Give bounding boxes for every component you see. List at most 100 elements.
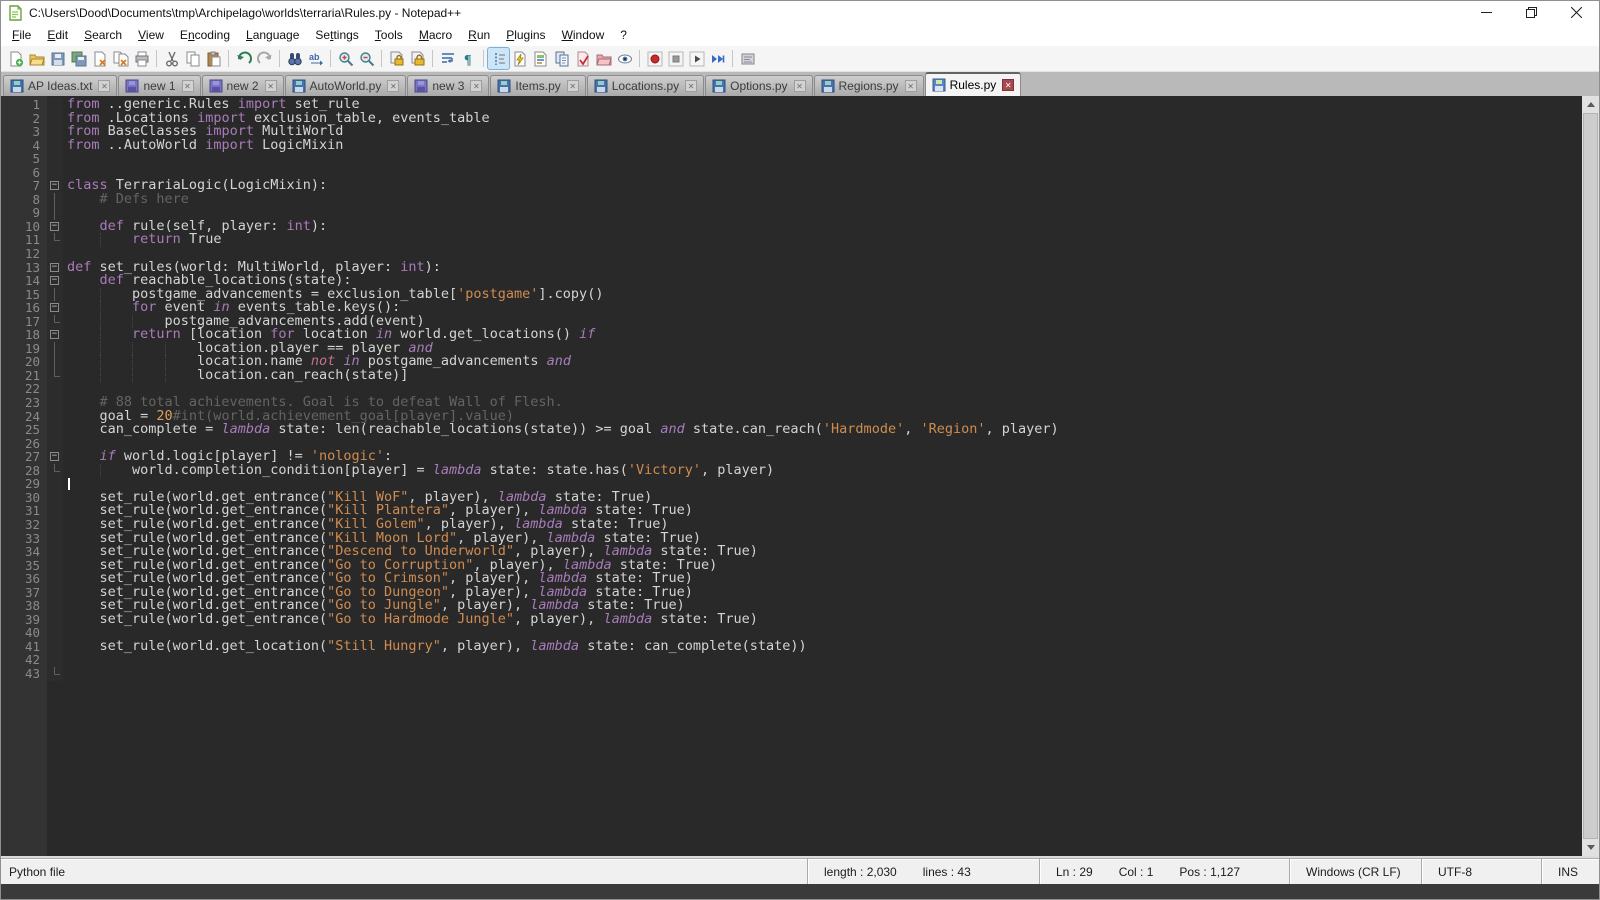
print-icon[interactable] — [131, 48, 152, 69]
function-list-icon[interactable] — [509, 48, 530, 69]
tab-close-icon[interactable]: ✕ — [905, 80, 917, 92]
code-line[interactable]: 41 set_rule(world.get_location("Still Hu… — [1, 640, 1582, 654]
macro-play-icon[interactable] — [686, 48, 707, 69]
code-line[interactable]: 25 can_complete = lambda state: len(reac… — [1, 423, 1582, 437]
menu-file[interactable]: File — [4, 25, 39, 45]
tab-regions-py[interactable]: Regions.py✕ — [814, 75, 924, 96]
code-line[interactable]: 5 — [1, 152, 1582, 166]
tab-close-icon[interactable]: ✕ — [794, 80, 806, 92]
folder-as-workspace-icon[interactable] — [593, 48, 614, 69]
code-line[interactable]: 28 world.completion_condition[player] = … — [1, 464, 1582, 478]
save-all-icon[interactable] — [68, 48, 89, 69]
tab-close-icon[interactable]: ✕ — [470, 80, 482, 92]
vertical-scrollbar[interactable] — [1582, 96, 1599, 856]
tab-rules-py[interactable]: Rules.py✕ — [925, 72, 1022, 96]
word-wrap-icon[interactable] — [437, 48, 458, 69]
fold-collapse-icon[interactable]: − — [47, 301, 63, 315]
scroll-down-arrow-icon[interactable] — [1582, 839, 1599, 856]
scroll-up-arrow-icon[interactable] — [1582, 96, 1599, 113]
menu-macro[interactable]: Macro — [411, 25, 460, 45]
cut-icon[interactable] — [161, 48, 182, 69]
minimize-button[interactable] — [1464, 1, 1509, 24]
tab-autoworld-py[interactable]: AutoWorld.py✕ — [285, 75, 407, 96]
code-line[interactable]: 10− def rule(self, player: int): — [1, 220, 1582, 234]
saved-floppy-icon — [821, 79, 835, 93]
monitoring-icon[interactable] — [614, 48, 635, 69]
close-all-icon[interactable] — [110, 48, 131, 69]
indent-guide-icon[interactable] — [488, 48, 509, 69]
zoom-in-icon[interactable] — [335, 48, 356, 69]
editor-pane[interactable]: 1from ..generic.Rules import set_rule2fr… — [1, 96, 1599, 858]
menu-tools[interactable]: Tools — [367, 25, 411, 45]
code-line[interactable]: 39 set_rule(world.get_entrance("Go to Ha… — [1, 613, 1582, 627]
tab-new-3[interactable]: new 3✕ — [407, 75, 489, 96]
open-file-icon[interactable] — [26, 48, 47, 69]
code-line[interactable]: 8 # Defs here — [1, 193, 1582, 207]
menu-plugins[interactable]: Plugins — [498, 25, 553, 45]
tab-close-icon[interactable]: ✕ — [265, 80, 277, 92]
macro-record-icon[interactable] — [644, 48, 665, 69]
menu-edit[interactable]: Edit — [39, 25, 76, 45]
fold-collapse-icon[interactable]: − — [47, 261, 63, 275]
redo-icon[interactable] — [254, 48, 275, 69]
code-line[interactable]: 4from ..AutoWorld import LogicMixin — [1, 139, 1582, 153]
menu-[interactable]: ? — [612, 25, 635, 45]
code-line[interactable]: 21 location.can_reach(state)] — [1, 369, 1582, 383]
close-button[interactable] — [1554, 1, 1599, 24]
macro-stop-icon[interactable] — [665, 48, 686, 69]
tab-items-py[interactable]: Items.py✕ — [490, 75, 585, 96]
tab-close-icon[interactable]: ✕ — [1002, 79, 1014, 91]
fold-collapse-icon[interactable]: − — [47, 274, 63, 288]
tab-new-2[interactable]: new 2✕ — [202, 75, 284, 96]
document-list-icon[interactable] — [551, 48, 572, 69]
paste-icon[interactable] — [203, 48, 224, 69]
menu-language[interactable]: Language — [238, 25, 307, 45]
tab-close-icon[interactable]: ✕ — [685, 80, 697, 92]
fold-collapse-icon[interactable]: − — [47, 328, 63, 342]
document-map-icon[interactable] — [530, 48, 551, 69]
tab-close-icon[interactable]: ✕ — [387, 80, 399, 92]
tab-options-py[interactable]: Options.py✕ — [705, 75, 812, 96]
undo-icon[interactable] — [233, 48, 254, 69]
document-switcher-icon[interactable] — [572, 48, 593, 69]
menu-window[interactable]: Window — [554, 25, 613, 45]
fold-collapse-icon[interactable]: − — [47, 179, 63, 193]
code-line[interactable]: 43 — [1, 667, 1582, 681]
status-encoding[interactable]: UTF-8 — [1421, 859, 1541, 884]
tab-locations-py[interactable]: Locations.py✕ — [587, 75, 704, 96]
menu-search[interactable]: Search — [76, 25, 130, 45]
tab-close-icon[interactable]: ✕ — [98, 80, 110, 92]
menu-settings[interactable]: Settings — [307, 25, 366, 45]
save-file-icon[interactable] — [47, 48, 68, 69]
menu-view[interactable]: View — [130, 25, 172, 45]
sync-vertical-icon[interactable] — [386, 48, 407, 69]
new-file-icon[interactable] — [5, 48, 26, 69]
code-line[interactable]: 11 return True — [1, 233, 1582, 247]
menu-encoding[interactable]: Encoding — [172, 25, 238, 45]
restore-button[interactable] — [1509, 1, 1554, 24]
replace-icon[interactable]: ab — [305, 48, 326, 69]
show-all-characters-icon[interactable]: ¶ — [458, 48, 479, 69]
code-line[interactable]: 42 — [1, 653, 1582, 667]
code-line[interactable]: 7−class TerrariaLogic(LogicMixin): — [1, 179, 1582, 193]
zoom-out-icon[interactable] — [356, 48, 377, 69]
tab-close-icon[interactable]: ✕ — [567, 80, 579, 92]
close-file-icon[interactable] — [89, 48, 110, 69]
customize-toolbar-icon[interactable] — [737, 48, 758, 69]
tab-new-1[interactable]: new 1✕ — [118, 75, 200, 96]
status-caret-position: Ln : 29 Col : 1 Pos : 1,127 — [1039, 859, 1289, 884]
copy-icon[interactable] — [182, 48, 203, 69]
line-number: 2 — [1, 112, 47, 126]
fold-collapse-icon[interactable]: − — [47, 450, 63, 464]
sync-horizontal-icon[interactable] — [407, 48, 428, 69]
status-insert-mode[interactable]: INS — [1541, 859, 1599, 884]
find-icon[interactable] — [284, 48, 305, 69]
menu-run[interactable]: Run — [460, 25, 498, 45]
status-eol-format[interactable]: Windows (CR LF) — [1289, 859, 1421, 884]
fold-collapse-icon[interactable]: − — [47, 220, 63, 234]
tab-close-icon[interactable]: ✕ — [182, 80, 194, 92]
tab-ap-ideas-txt[interactable]: AP Ideas.txt✕ — [3, 75, 117, 96]
fold-margin — [47, 423, 63, 437]
scrollbar-thumb[interactable] — [1583, 113, 1598, 839]
macro-run-multiple-icon[interactable] — [707, 48, 728, 69]
